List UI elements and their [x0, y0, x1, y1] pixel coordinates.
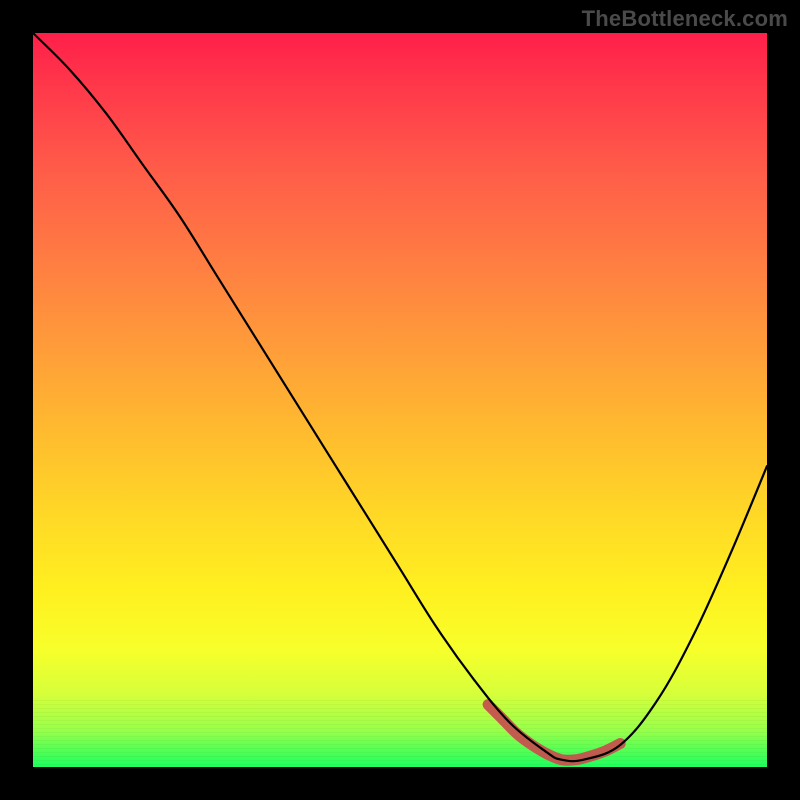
chart-frame: TheBottleneck.com	[0, 0, 800, 800]
plot-area	[33, 33, 767, 767]
watermark-text: TheBottleneck.com	[582, 6, 788, 32]
optimal-highlight	[488, 705, 620, 761]
bottleneck-curve	[33, 33, 767, 761]
chart-svg	[33, 33, 767, 767]
